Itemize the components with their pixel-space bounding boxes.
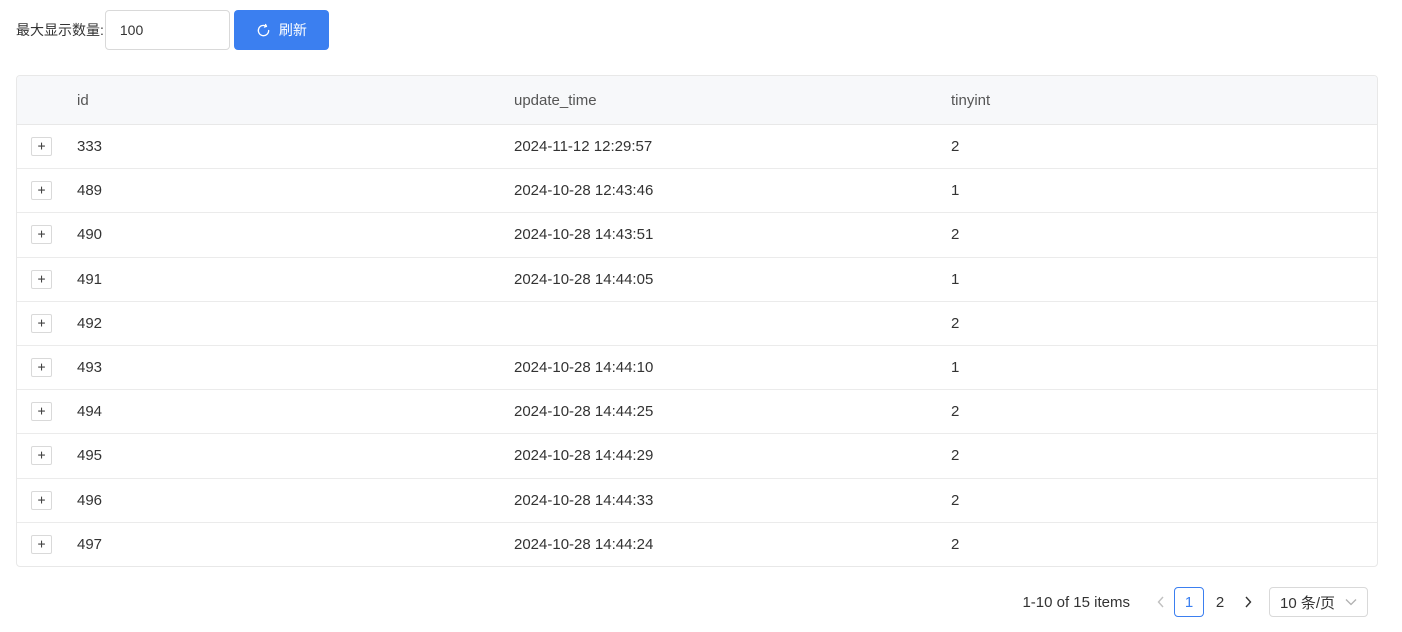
- cell-tinyint: 1: [951, 270, 960, 288]
- expand-row-button[interactable]: +: [31, 490, 52, 510]
- cell-update-time: 2024-10-28 14:44:05: [514, 270, 654, 288]
- expand-row-button[interactable]: +: [31, 137, 52, 157]
- column-header-tinyint: tinyint: [951, 91, 991, 109]
- cell-tinyint: 2: [951, 226, 960, 244]
- page-button-1[interactable]: 1: [1174, 587, 1204, 617]
- table-row: + 491 2024-10-28 14:44:05 1: [17, 258, 1377, 302]
- expand-row-button[interactable]: +: [31, 358, 52, 378]
- cell-tinyint: 2: [951, 314, 960, 332]
- expand-row-button[interactable]: +: [31, 269, 52, 289]
- cell-update-time: 2024-11-12 12:29:57: [514, 138, 653, 156]
- cell-id: 494: [77, 403, 103, 421]
- table-row: + 497 2024-10-28 14:44:24 2: [17, 523, 1377, 566]
- cell-tinyint: 2: [951, 447, 960, 465]
- cell-id: 489: [77, 182, 103, 200]
- cell-tinyint: 2: [951, 536, 960, 554]
- table-row: + 489 2024-10-28 12:43:46 1: [17, 169, 1377, 214]
- pagination: 1-10 of 15 items 1 2 10 条/页: [1022, 587, 1368, 617]
- expand-row-button[interactable]: +: [31, 313, 52, 333]
- prev-page-button[interactable]: [1148, 587, 1174, 617]
- cell-update-time: 2024-10-28 14:44:29: [514, 447, 654, 465]
- table-row: + 333 2024-11-12 12:29:57 2: [17, 125, 1377, 170]
- table-row: + 495 2024-10-28 14:44:29 2: [17, 434, 1377, 479]
- cell-id: 490: [77, 226, 103, 244]
- cell-tinyint: 1: [951, 359, 960, 377]
- table-row: + 493 2024-10-28 14:44:10 1: [17, 346, 1377, 391]
- cell-update-time: 2024-10-28 14:44:33: [514, 491, 654, 509]
- refresh-button-label: 刷新: [278, 22, 307, 38]
- next-page-button[interactable]: [1235, 587, 1261, 617]
- chevron-right-icon: [1245, 596, 1252, 608]
- cell-update-time: 2024-10-28 14:44:10: [514, 359, 654, 377]
- chevron-down-icon: [1345, 599, 1357, 606]
- cell-update-time: 2024-10-28 12:43:46: [514, 182, 654, 200]
- expand-row-button[interactable]: +: [31, 225, 52, 245]
- refresh-icon: [256, 23, 271, 38]
- cell-update-time: 2024-10-28 14:44:24: [514, 536, 654, 554]
- cell-id: 497: [77, 536, 103, 554]
- cell-tinyint: 2: [951, 491, 960, 509]
- cell-id: 333: [77, 138, 103, 156]
- column-header-id: id: [77, 91, 89, 109]
- page-size-select[interactable]: 10 条/页: [1269, 587, 1368, 617]
- cell-id: 493: [77, 359, 103, 377]
- table-row: + 494 2024-10-28 14:44:25 2: [17, 390, 1377, 435]
- table-header: id update_time tinyint: [17, 76, 1377, 125]
- expand-row-button[interactable]: +: [31, 535, 52, 555]
- cell-id: 496: [77, 491, 103, 509]
- table-row: + 490 2024-10-28 14:43:51 2: [17, 213, 1377, 258]
- cell-id: 492: [77, 314, 103, 332]
- max-count-input[interactable]: [104, 10, 230, 50]
- cell-update-time: 2024-10-28 14:44:25: [514, 403, 654, 421]
- table-body: + 333 2024-11-12 12:29:57 2 + 489 2024-1…: [17, 125, 1377, 566]
- max-count-label: 最大显示数量:: [16, 22, 104, 38]
- expand-row-button[interactable]: +: [31, 446, 52, 466]
- cell-id: 495: [77, 447, 103, 465]
- column-header-update-time: update_time: [514, 91, 597, 109]
- cell-tinyint: 2: [951, 138, 960, 156]
- pagination-total: 1-10 of 15 items: [1022, 593, 1130, 611]
- page-size-value: 10 条/页: [1280, 594, 1336, 612]
- refresh-button[interactable]: 刷新: [233, 10, 329, 50]
- toolbar: 最大显示数量: 刷新: [16, 10, 329, 50]
- expand-row-button[interactable]: +: [31, 181, 52, 201]
- cell-tinyint: 2: [951, 403, 960, 421]
- table-row: + 492 2: [17, 302, 1377, 346]
- chevron-left-icon: [1157, 596, 1164, 608]
- cell-id: 491: [77, 270, 103, 288]
- cell-tinyint: 1: [951, 182, 960, 200]
- page-button-2[interactable]: 2: [1205, 587, 1235, 617]
- cell-update-time: 2024-10-28 14:43:51: [514, 226, 654, 244]
- table-row: + 496 2024-10-28 14:44:33 2: [17, 479, 1377, 523]
- data-table: id update_time tinyint + 333 2024-11-12 …: [16, 75, 1378, 567]
- expand-row-button[interactable]: +: [31, 402, 52, 422]
